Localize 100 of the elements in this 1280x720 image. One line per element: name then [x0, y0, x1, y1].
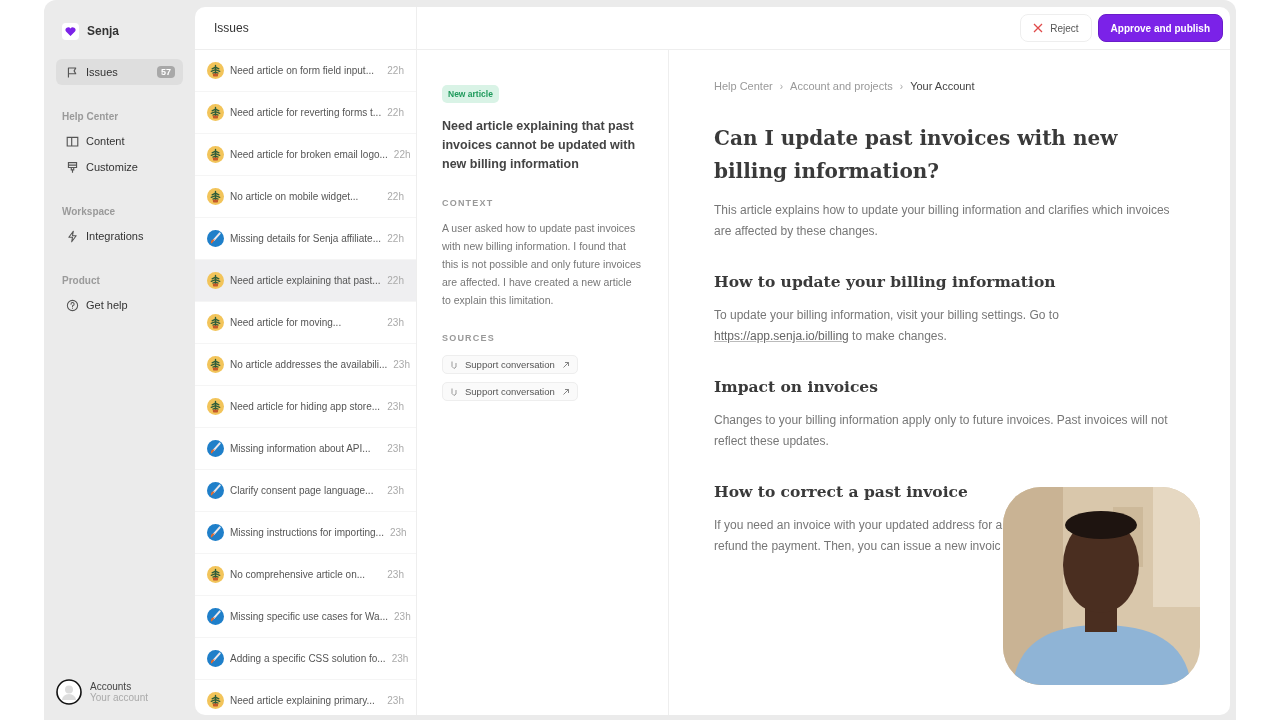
issue-heading: Need article explaining that past invoices cannot be updated with new billing information	[442, 118, 637, 173]
issue-time: 22h	[387, 275, 404, 286]
issue-time: 22h	[393, 149, 411, 160]
source-link[interactable]: Support conversation	[442, 355, 578, 374]
issue-title: No article on mobile widget...	[230, 191, 360, 202]
section-label: CONTEXT	[442, 198, 495, 208]
approve-button[interactable]: Approve and publish	[1097, 14, 1223, 42]
paint-roller-icon	[66, 160, 79, 174]
article-intro: This article explains how to update your billing information and clarifies which invoices are affected by these changes.	[714, 202, 1171, 240]
lightning-icon	[66, 229, 79, 243]
paragraph-line: refund the payment. Then, you can issue a new invoic	[714, 538, 1002, 555]
brush-avatar-icon	[207, 440, 224, 457]
issue-row[interactable]: Clarify consent page language... 23h	[195, 470, 416, 512]
chevron-icon: ›	[899, 80, 904, 92]
article-heading: How to update your billing information	[714, 272, 1057, 291]
issue-row[interactable]: Need article explaining primary... 23h	[195, 680, 416, 715]
issue-title: No article addresses the availabili...	[230, 359, 388, 370]
issue-row[interactable]: Missing specific use cases for Wa... 23h	[195, 596, 416, 638]
issue-time: 23h	[387, 317, 404, 328]
issue-time: 23h	[387, 401, 404, 412]
issue-title: Need article explaining that past...	[230, 275, 382, 286]
issue-row[interactable]: Missing information about API... 23h	[195, 428, 416, 470]
nav-item[interactable]: Get help	[56, 292, 183, 318]
context-text: A user asked how to update past invoices with new billing information. I found that this is not possible and only future invoices are affected. I have created a new article to explain this limitation.	[442, 221, 643, 308]
issue-time: 23h	[387, 443, 404, 454]
issue-row[interactable]: No comprehensive article on... 23h	[195, 554, 416, 596]
brush-avatar-icon	[207, 230, 224, 247]
article-heading: Impact on invoices	[714, 377, 879, 396]
section-heading: Workspace	[62, 206, 117, 217]
section-heading: Help Center	[62, 111, 120, 122]
issue-row[interactable]: Need article for broken email logo... 22h	[195, 134, 416, 176]
billing-link[interactable]: https://app.senja.io/billing	[714, 329, 849, 343]
external-link-icon	[561, 360, 570, 369]
issue-time: 23h	[391, 653, 409, 664]
issue-row[interactable]: Adding a specific CSS solution fo... 23h	[195, 638, 416, 680]
issue-title: Need article for broken email logo...	[230, 149, 388, 160]
count-badge: 57	[157, 66, 175, 78]
issue-row[interactable]: Need article for hiding app store... 23h	[195, 386, 416, 428]
issue-time: 23h	[387, 695, 404, 706]
account-name: Accounts	[90, 681, 133, 692]
external-link-icon	[561, 387, 570, 396]
issue-title: Missing specific use cases for Wa...	[230, 611, 388, 622]
plant-avatar-icon	[207, 272, 224, 289]
issue-title: Clarify consent page language...	[230, 485, 375, 496]
nav-item[interactable]: Issues 57	[56, 59, 183, 85]
chevron-icon: ›	[779, 80, 784, 92]
article-title: Can I update past invoices with new billing information?	[714, 125, 1119, 185]
issue-title: Need article on form field input...	[230, 65, 375, 76]
account-subtitle: Your account	[90, 692, 148, 703]
issue-time: 23h	[393, 359, 410, 370]
issue-title: Need article for reverting forms t...	[230, 107, 382, 118]
issue-time: 23h	[389, 527, 407, 538]
plant-avatar-icon	[207, 398, 224, 415]
issue-title: Need article explaining primary...	[230, 695, 376, 706]
issue-row[interactable]: No article on mobile widget... 22h	[195, 176, 416, 218]
plant-avatar-icon	[207, 62, 224, 79]
issue-title: Missing instructions for importing...	[230, 527, 384, 538]
issue-title: Need article for hiding app store...	[230, 401, 382, 412]
article-paragraph: Changes to your billing information apply only to future invoices. Past invoices will not reflect these updates.	[714, 412, 1169, 450]
article-heading: How to correct a past invoice	[714, 482, 969, 501]
reject-button[interactable]: Reject	[1020, 14, 1092, 42]
help-icon	[66, 298, 79, 312]
plant-avatar-icon	[207, 104, 224, 121]
brush-avatar-icon	[207, 650, 224, 667]
list-title: Issues	[214, 21, 249, 35]
issue-row[interactable]: Need article for moving... 23h	[195, 302, 416, 344]
plant-avatar-icon	[207, 146, 224, 163]
issue-time: 23h	[394, 611, 411, 622]
plant-avatar-icon	[207, 692, 224, 709]
issue-row[interactable]: Need article explaining that past... 22h	[195, 260, 416, 302]
section-label: SOURCES	[442, 333, 496, 343]
paragraph-line: If you need an invoice with your updated address for a	[714, 517, 1004, 534]
issue-row[interactable]: Need article for reverting forms t... 22h	[195, 92, 416, 134]
nav-item[interactable]: Customize	[56, 154, 183, 180]
source-link[interactable]: Support conversation	[442, 382, 578, 401]
status-tag: New article	[442, 85, 499, 103]
heart-logo-icon	[62, 22, 79, 40]
avatar-icon[interactable]	[56, 679, 82, 705]
issue-time: 23h	[387, 485, 404, 496]
issue-row[interactable]: Need article on form field input... 22h	[195, 50, 416, 92]
issue-time: 22h	[387, 191, 404, 202]
issue-title: Missing details for Senja affiliate...	[230, 233, 382, 244]
brand-name: Senja	[87, 24, 119, 38]
brush-avatar-icon	[207, 524, 224, 541]
nav-item[interactable]: Content	[56, 128, 183, 154]
section-heading: Product	[62, 275, 101, 286]
issue-row[interactable]: Missing instructions for importing... 23h	[195, 512, 416, 554]
brush-avatar-icon	[207, 608, 224, 625]
nav-item[interactable]: Integrations	[56, 223, 183, 249]
article-paragraph: To update your billing information, visit your billing settings. Go to https://app.senja.io/billing to make changes.	[714, 307, 1060, 345]
issue-title: Adding a specific CSS solution fo...	[230, 653, 386, 664]
breadcrumb-link[interactable]: Your Account	[910, 80, 975, 92]
issue-title: No comprehensive article on...	[230, 569, 367, 580]
issue-time: 22h	[387, 65, 404, 76]
flag-icon	[66, 65, 79, 79]
issue-row[interactable]: No article addresses the availabili... 23h	[195, 344, 416, 386]
plant-avatar-icon	[207, 566, 224, 583]
issue-time: 22h	[387, 107, 404, 118]
issue-time: 22h	[387, 233, 404, 244]
issue-title: Missing information about API...	[230, 443, 372, 454]
